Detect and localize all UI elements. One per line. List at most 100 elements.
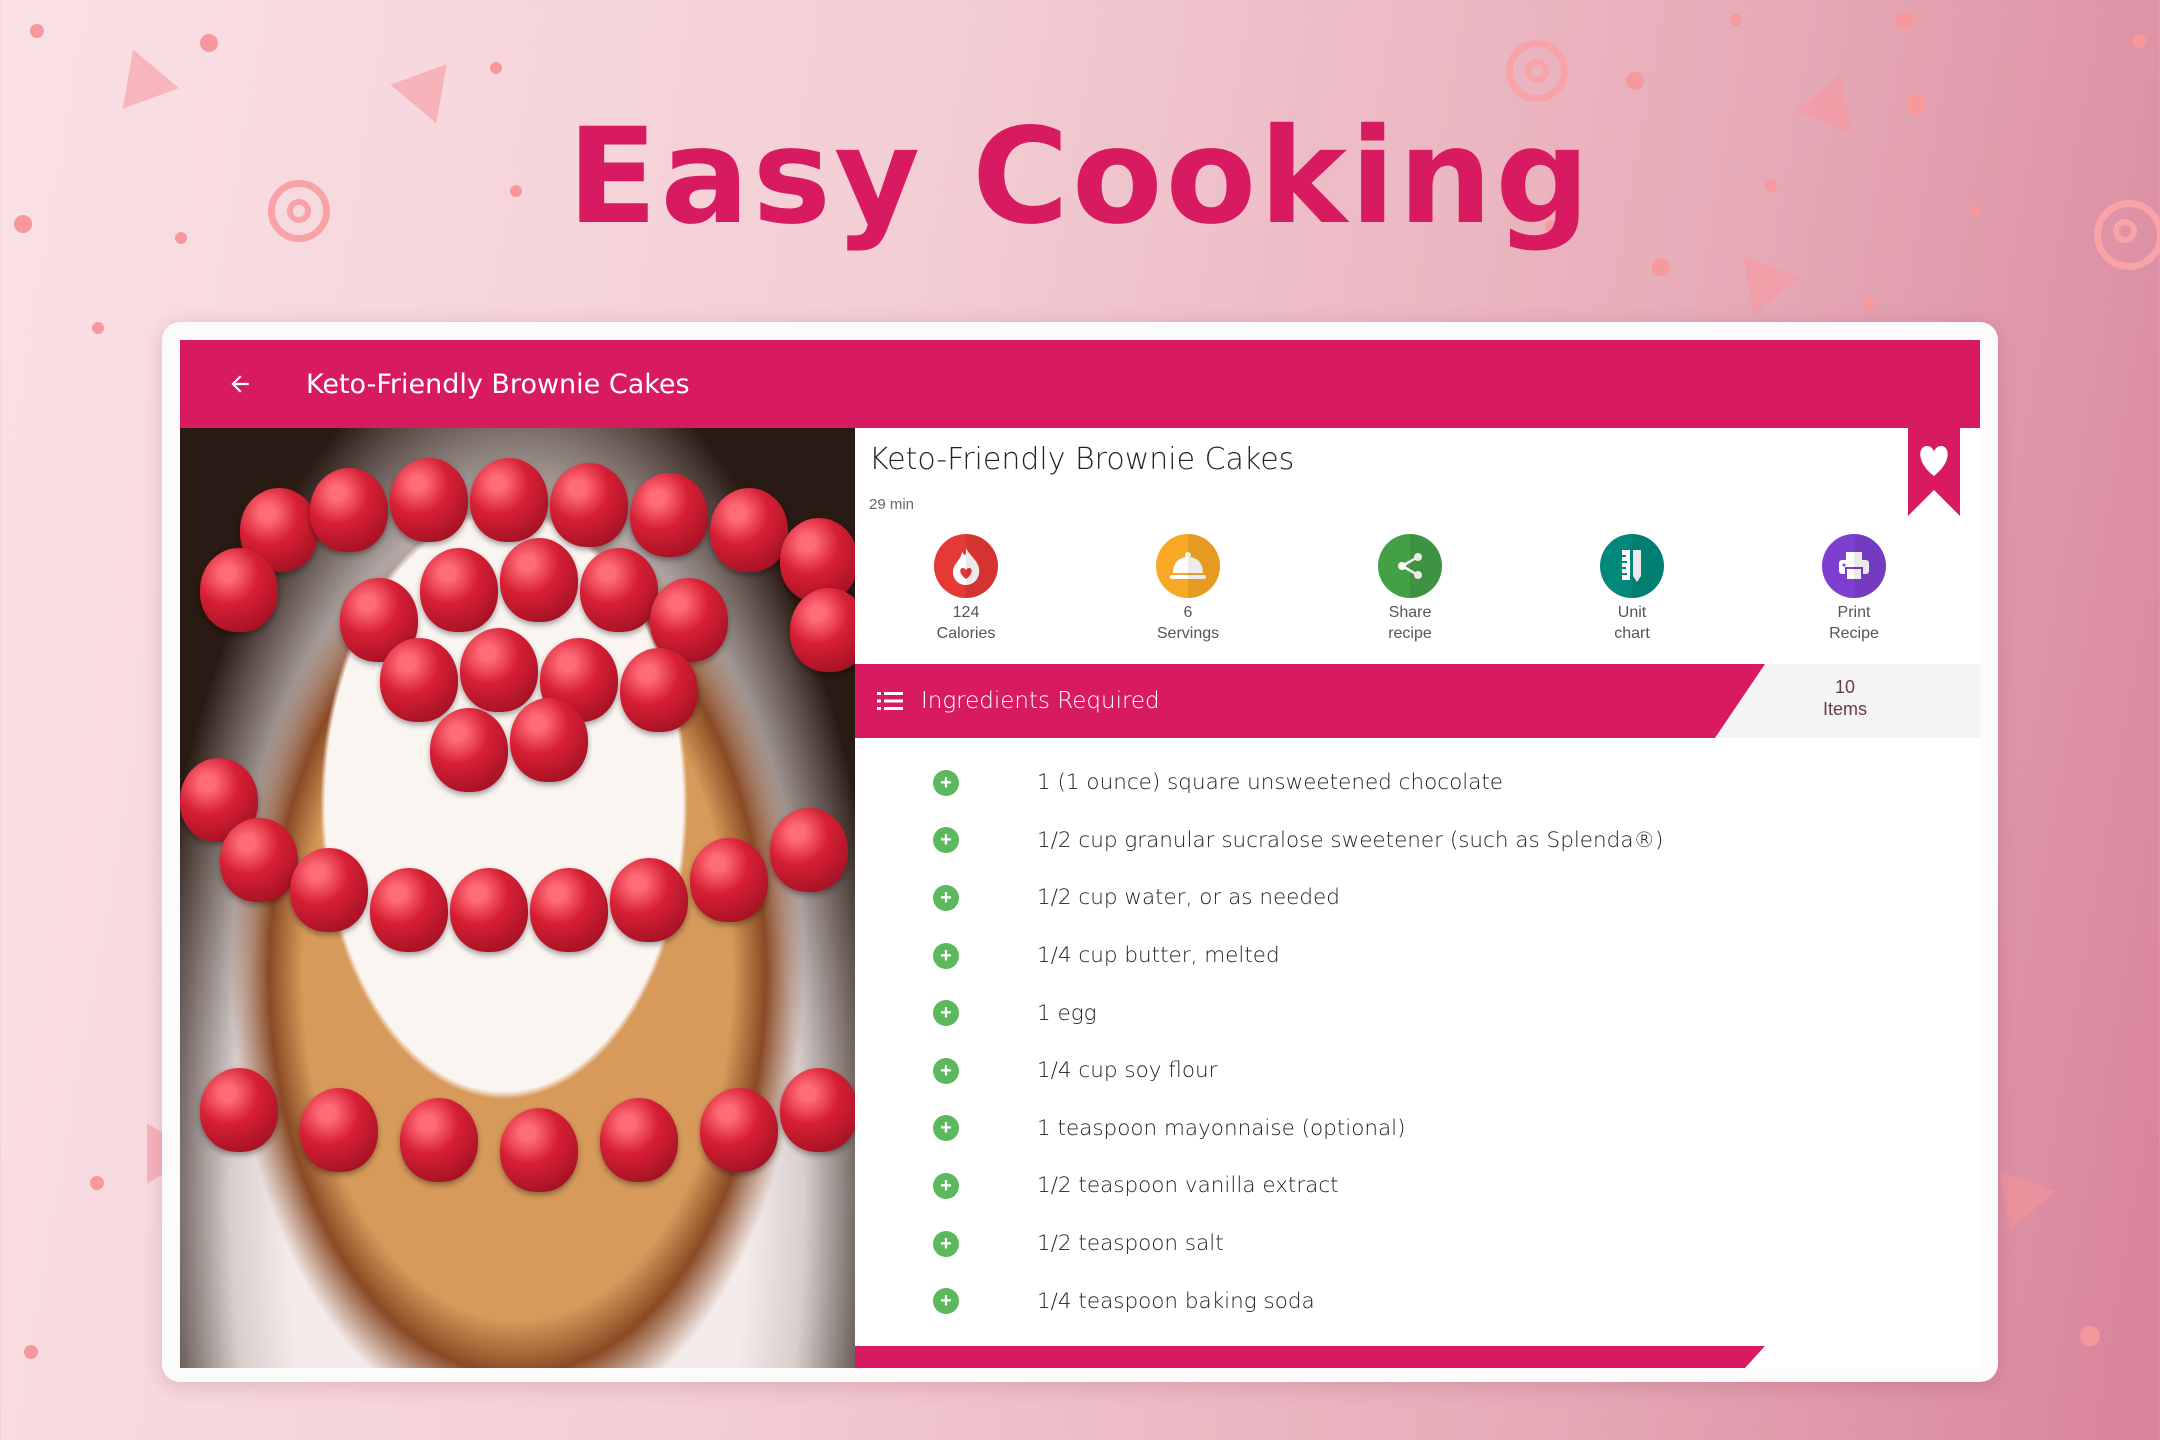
- plus-circle-icon[interactable]: +: [933, 1000, 959, 1027]
- ingredient-row: +1/4 cup butter, melted: [855, 927, 1980, 985]
- raspberry: [370, 868, 448, 952]
- raspberry: [790, 588, 855, 672]
- favorite-button[interactable]: [1908, 428, 1960, 516]
- ingredients-band: Ingredients Required: [855, 664, 1765, 738]
- raspberry: [580, 548, 658, 632]
- ingredients-count-value: 10: [1834, 677, 1856, 697]
- recipe-title: Keto-Friendly Brownie Cakes: [869, 442, 1295, 477]
- decor-dot: [1730, 14, 1742, 26]
- recipe-time: 29 min: [869, 496, 915, 513]
- raspberry: [710, 488, 788, 572]
- app-window: Keto-Friendly Brownie Cakes Keto-Friendl…: [162, 322, 1998, 1382]
- decor-dot: [490, 62, 502, 74]
- next-section-tail: [1735, 1346, 1980, 1368]
- ingredient-row: +1/2 cup granular sucralose sweetener (s…: [855, 812, 1980, 870]
- raspberry: [200, 548, 278, 632]
- raspberry: [300, 1088, 378, 1172]
- raspberry: [390, 458, 468, 542]
- raspberry: [500, 538, 578, 622]
- ingredient-text: 1/2 teaspoon salt: [1037, 1231, 1224, 1257]
- plus-circle-icon[interactable]: +: [933, 769, 959, 796]
- decor-dot: [1896, 12, 1914, 30]
- heart-bookmark-icon: [1908, 428, 1960, 516]
- action-circle: [1600, 534, 1664, 598]
- ingredient-text: 1 egg: [1037, 1000, 1097, 1026]
- printer-icon: [1839, 552, 1869, 581]
- raspberry: [610, 858, 688, 942]
- raspberry: [700, 1088, 778, 1172]
- plus-circle-icon[interactable]: +: [933, 1230, 959, 1257]
- next-section-header: [855, 1346, 1765, 1368]
- decor-dot: [2132, 34, 2146, 48]
- raspberry: [630, 473, 708, 557]
- ingredient-text: 1 (1 ounce) square unsweetened chocolate: [1037, 770, 1504, 796]
- raspberry: [620, 648, 698, 732]
- raspberry: [310, 468, 388, 552]
- recipe-detail-panel: Keto-Friendly Brownie Cakes 29 min 124 Ca…: [855, 428, 1980, 1368]
- raspberry: [290, 848, 368, 932]
- app-toolbar: Keto-Friendly Brownie Cakes: [180, 340, 1980, 428]
- plus-circle-icon[interactable]: +: [933, 884, 959, 911]
- arrow-left-icon: [231, 375, 249, 393]
- print-label-2: Recipe: [1829, 625, 1879, 642]
- ingredient-row: +1 teaspoon mayonnaise (optional): [855, 1100, 1980, 1158]
- raspberry: [420, 548, 498, 632]
- calories-label: Calories: [936, 625, 996, 642]
- ingredients-list: +1 (1 ounce) square unsweetened chocolat…: [855, 754, 1980, 1330]
- raspberry: [380, 638, 458, 722]
- plus-circle-icon[interactable]: +: [933, 827, 959, 854]
- banner-title: Easy Cooking: [567, 100, 1593, 254]
- plus-circle-icon[interactable]: +: [933, 1057, 959, 1084]
- decor-dot: [2080, 1326, 2100, 1346]
- ingredient-text: 1/2 teaspoon vanilla extract: [1037, 1173, 1339, 1199]
- plus-circle-icon[interactable]: +: [933, 1172, 959, 1199]
- ingredient-row: +1/2 teaspoon vanilla extract: [855, 1157, 1980, 1215]
- share-icon: [1398, 553, 1422, 579]
- ingredient-row: +1 (1 ounce) square unsweetened chocolat…: [855, 754, 1980, 812]
- servings-info[interactable]: 6 Servings: [1077, 534, 1299, 644]
- ingredient-row: +1/2 teaspoon salt: [855, 1215, 1980, 1273]
- share-recipe-button[interactable]: Share recipe: [1299, 534, 1521, 644]
- action-circle: [934, 534, 998, 598]
- calories-value: 124: [952, 604, 980, 621]
- share-label-1: Share: [1388, 604, 1432, 621]
- ingredient-row: +1/4 teaspoon baking soda: [855, 1272, 1980, 1330]
- ingredient-text: 1/4 teaspoon baking soda: [1037, 1288, 1315, 1314]
- unit-chart-button[interactable]: Unit chart: [1521, 534, 1743, 644]
- decor-triangle: [1999, 1161, 2061, 1231]
- ingredient-text: 1/2 cup granular sucralose sweetener (su…: [1037, 827, 1664, 853]
- toolbar-title: Keto-Friendly Brownie Cakes: [306, 368, 690, 400]
- unit-label-2: chart: [1614, 625, 1650, 642]
- back-button[interactable]: [210, 354, 270, 414]
- raspberry: [200, 1068, 278, 1152]
- ingredients-header: Ingredients Required 10 Items: [855, 664, 1980, 738]
- ingredients-count-label: Items: [1822, 699, 1867, 719]
- ruler-pencil-icon: [1622, 550, 1641, 582]
- recipe-photo: [180, 428, 855, 1368]
- raspberry: [400, 1098, 478, 1182]
- decor-dot: [24, 1345, 38, 1359]
- raspberry: [690, 838, 768, 922]
- servings-value: 6: [1183, 604, 1193, 621]
- decor-dot: [30, 24, 44, 38]
- decor-dot: [90, 1176, 104, 1190]
- plus-circle-icon[interactable]: +: [933, 1288, 959, 1315]
- calories-info[interactable]: 124 Calories: [855, 534, 1077, 644]
- action-circle: [1378, 534, 1442, 598]
- plus-circle-icon[interactable]: +: [933, 942, 959, 969]
- raspberry: [220, 818, 298, 902]
- raspberry: [430, 708, 508, 792]
- list-icon: [877, 692, 903, 710]
- raspberry: [530, 868, 608, 952]
- plus-circle-icon[interactable]: +: [933, 1115, 959, 1142]
- serving-cloche-icon: [1170, 552, 1206, 579]
- ingredient-row: +1/2 cup water, or as needed: [855, 869, 1980, 927]
- calorie-flame-icon: [953, 548, 980, 585]
- raspberry: [550, 463, 628, 547]
- print-recipe-button[interactable]: Print Recipe: [1743, 534, 1965, 644]
- decor-dot: [200, 34, 218, 52]
- print-label-1: Print: [1837, 604, 1871, 621]
- ingredient-text: 1/4 cup butter, melted: [1037, 943, 1280, 969]
- raspberry: [770, 808, 848, 892]
- ingredient-row: +1/4 cup soy flour: [855, 1042, 1980, 1100]
